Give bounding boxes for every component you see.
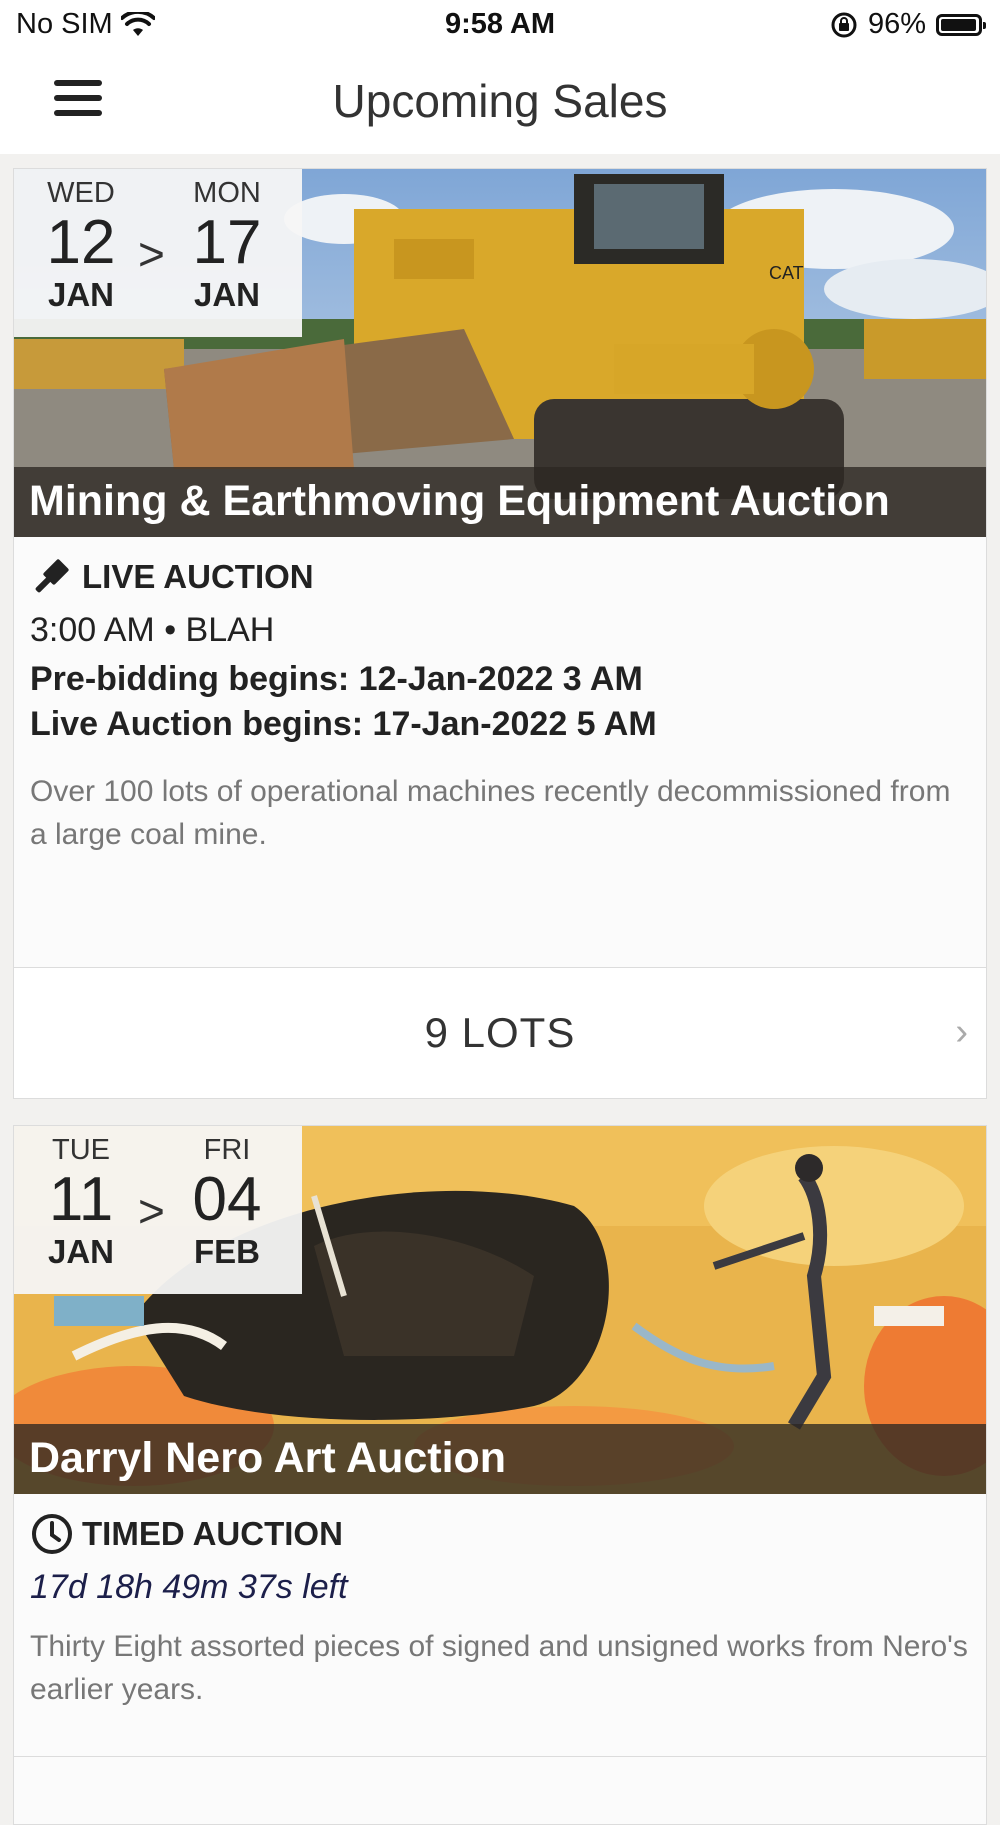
- sale-image[interactable]: TUE 11 JAN > FRI 04 FEB Darryl Nero Art …: [14, 1126, 986, 1494]
- page-title: Upcoming Sales: [332, 75, 668, 127]
- start-date: TUE 11 JAN: [26, 1134, 136, 1271]
- clock-icon: [32, 1514, 72, 1554]
- battery-percent: 96%: [867, 8, 926, 40]
- sale-title-bar: Darryl Nero Art Auction: [14, 1424, 986, 1494]
- lots-button[interactable]: 9 LOTS ›: [14, 967, 986, 1098]
- end-month: FEB: [194, 1233, 260, 1270]
- sale-description: Over 100 lots of operational machines re…: [30, 775, 951, 851]
- sale-title-bar: Mining & Earthmoving Equipment Auction: [14, 467, 986, 537]
- start-date: WED 12 JAN: [26, 177, 136, 314]
- sale-image[interactable]: CAT WED 12 JAN > MON 17 JAN Mining & Ear…: [14, 169, 986, 537]
- auction-type: LIVE AUCTION: [30, 555, 970, 599]
- sale-card[interactable]: CAT WED 12 JAN > MON 17 JAN Mining & Ear…: [13, 168, 987, 1099]
- end-dow: MON: [193, 177, 261, 209]
- status-right: 96%: [830, 8, 986, 41]
- sale-details: TIMED AUCTION 17d 18h 49m 37s left Thirt…: [14, 1494, 986, 1757]
- auction-type: TIMED AUCTION: [30, 1512, 970, 1556]
- sale-title: Darryl Nero Art Auction: [29, 1434, 507, 1482]
- prebid-info: Pre-bidding begins: 12-Jan-2022 3 AM: [30, 660, 643, 698]
- countdown-timer: 17d 18h 49m 37s left: [30, 1568, 348, 1606]
- start-day: 12: [46, 208, 116, 277]
- sale-title: Mining & Earthmoving Equipment Auction: [29, 477, 890, 525]
- start-month: JAN: [47, 1233, 115, 1270]
- end-day: 04: [192, 1165, 262, 1234]
- live-info: Live Auction begins: 17-Jan-2022 5 AM: [30, 705, 657, 743]
- date-separator: >: [138, 228, 165, 280]
- nav-bar: Upcoming Sales: [0, 50, 1000, 154]
- end-month: JAN: [193, 276, 261, 313]
- end-date: MON 17 JAN: [172, 177, 282, 314]
- gavel-icon: [35, 559, 69, 593]
- lots-count: 9 LOTS: [424, 1009, 576, 1056]
- sale-card[interactable]: TUE 11 JAN > FRI 04 FEB Darryl Nero Art …: [13, 1125, 987, 1825]
- date-range: WED 12 JAN > MON 17 JAN: [14, 169, 302, 337]
- orientation-lock-icon: [831, 12, 857, 37]
- svg-text:CAT: CAT: [769, 263, 804, 283]
- sale-description: Thirty Eight assorted pieces of signed a…: [30, 1630, 968, 1706]
- end-date: FRI 04 FEB: [172, 1134, 282, 1271]
- status-bar: No SIM 9:58 AM 96%: [0, 0, 1000, 50]
- end-dow: FRI: [203, 1134, 251, 1166]
- date-range: TUE 11 JAN > FRI 04 FEB: [14, 1126, 302, 1294]
- time-location: 3:00 AM • BLAH: [30, 611, 275, 649]
- end-day: 17: [192, 208, 262, 277]
- sale-details: LIVE AUCTION 3:00 AM • BLAH Pre-bidding …: [14, 537, 986, 856]
- auction-type-label: TIMED AUCTION: [82, 1515, 343, 1552]
- start-dow: TUE: [52, 1134, 110, 1166]
- start-month: JAN: [47, 276, 115, 313]
- auction-type-label: LIVE AUCTION: [82, 558, 314, 595]
- start-day: 11: [48, 1165, 114, 1234]
- battery-icon: [936, 13, 986, 36]
- date-separator: >: [138, 1185, 165, 1237]
- divider: [14, 1756, 986, 1757]
- chevron-right-icon: ›: [955, 1011, 968, 1053]
- start-dow: WED: [47, 177, 115, 209]
